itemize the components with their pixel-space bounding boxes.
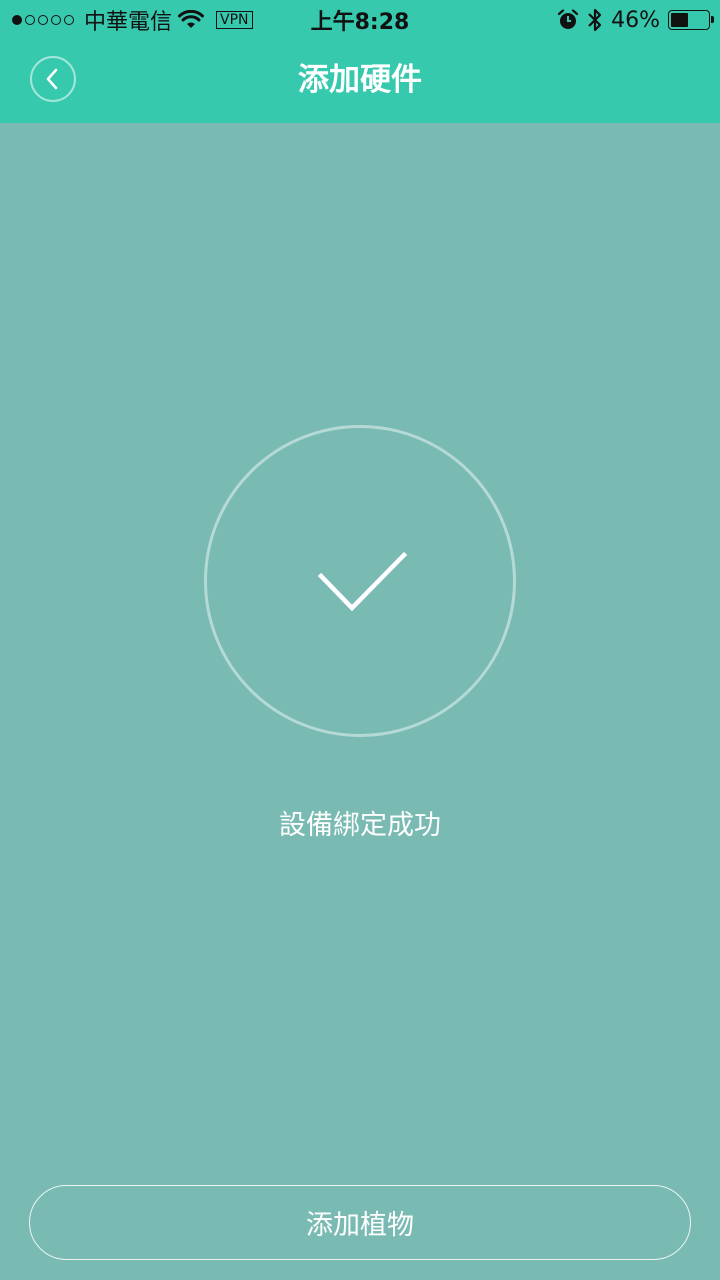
battery-percent: 46% bbox=[611, 7, 660, 33]
add-plant-button[interactable]: 添加植物 bbox=[29, 1185, 691, 1260]
battery-level-fill bbox=[671, 13, 688, 27]
battery-icon bbox=[668, 10, 714, 30]
status-bar-right: 46% bbox=[557, 5, 714, 35]
checkmark-icon bbox=[317, 551, 408, 612]
page-title: 添加硬件 bbox=[298, 62, 422, 98]
bluetooth-icon bbox=[588, 8, 602, 32]
page: 中華電信 VPN 上午8:28 46% 添加硬件 設備綁定成功 添加植物 bbox=[0, 0, 720, 1280]
top-bar: 中華電信 VPN 上午8:28 46% 添加硬件 bbox=[0, 0, 720, 123]
success-indicator bbox=[204, 425, 516, 737]
alarm-icon bbox=[557, 9, 579, 29]
status-bar: 中華電信 VPN 上午8:28 46% bbox=[0, 0, 720, 40]
binding-success-message: 設備綁定成功 bbox=[279, 810, 441, 841]
